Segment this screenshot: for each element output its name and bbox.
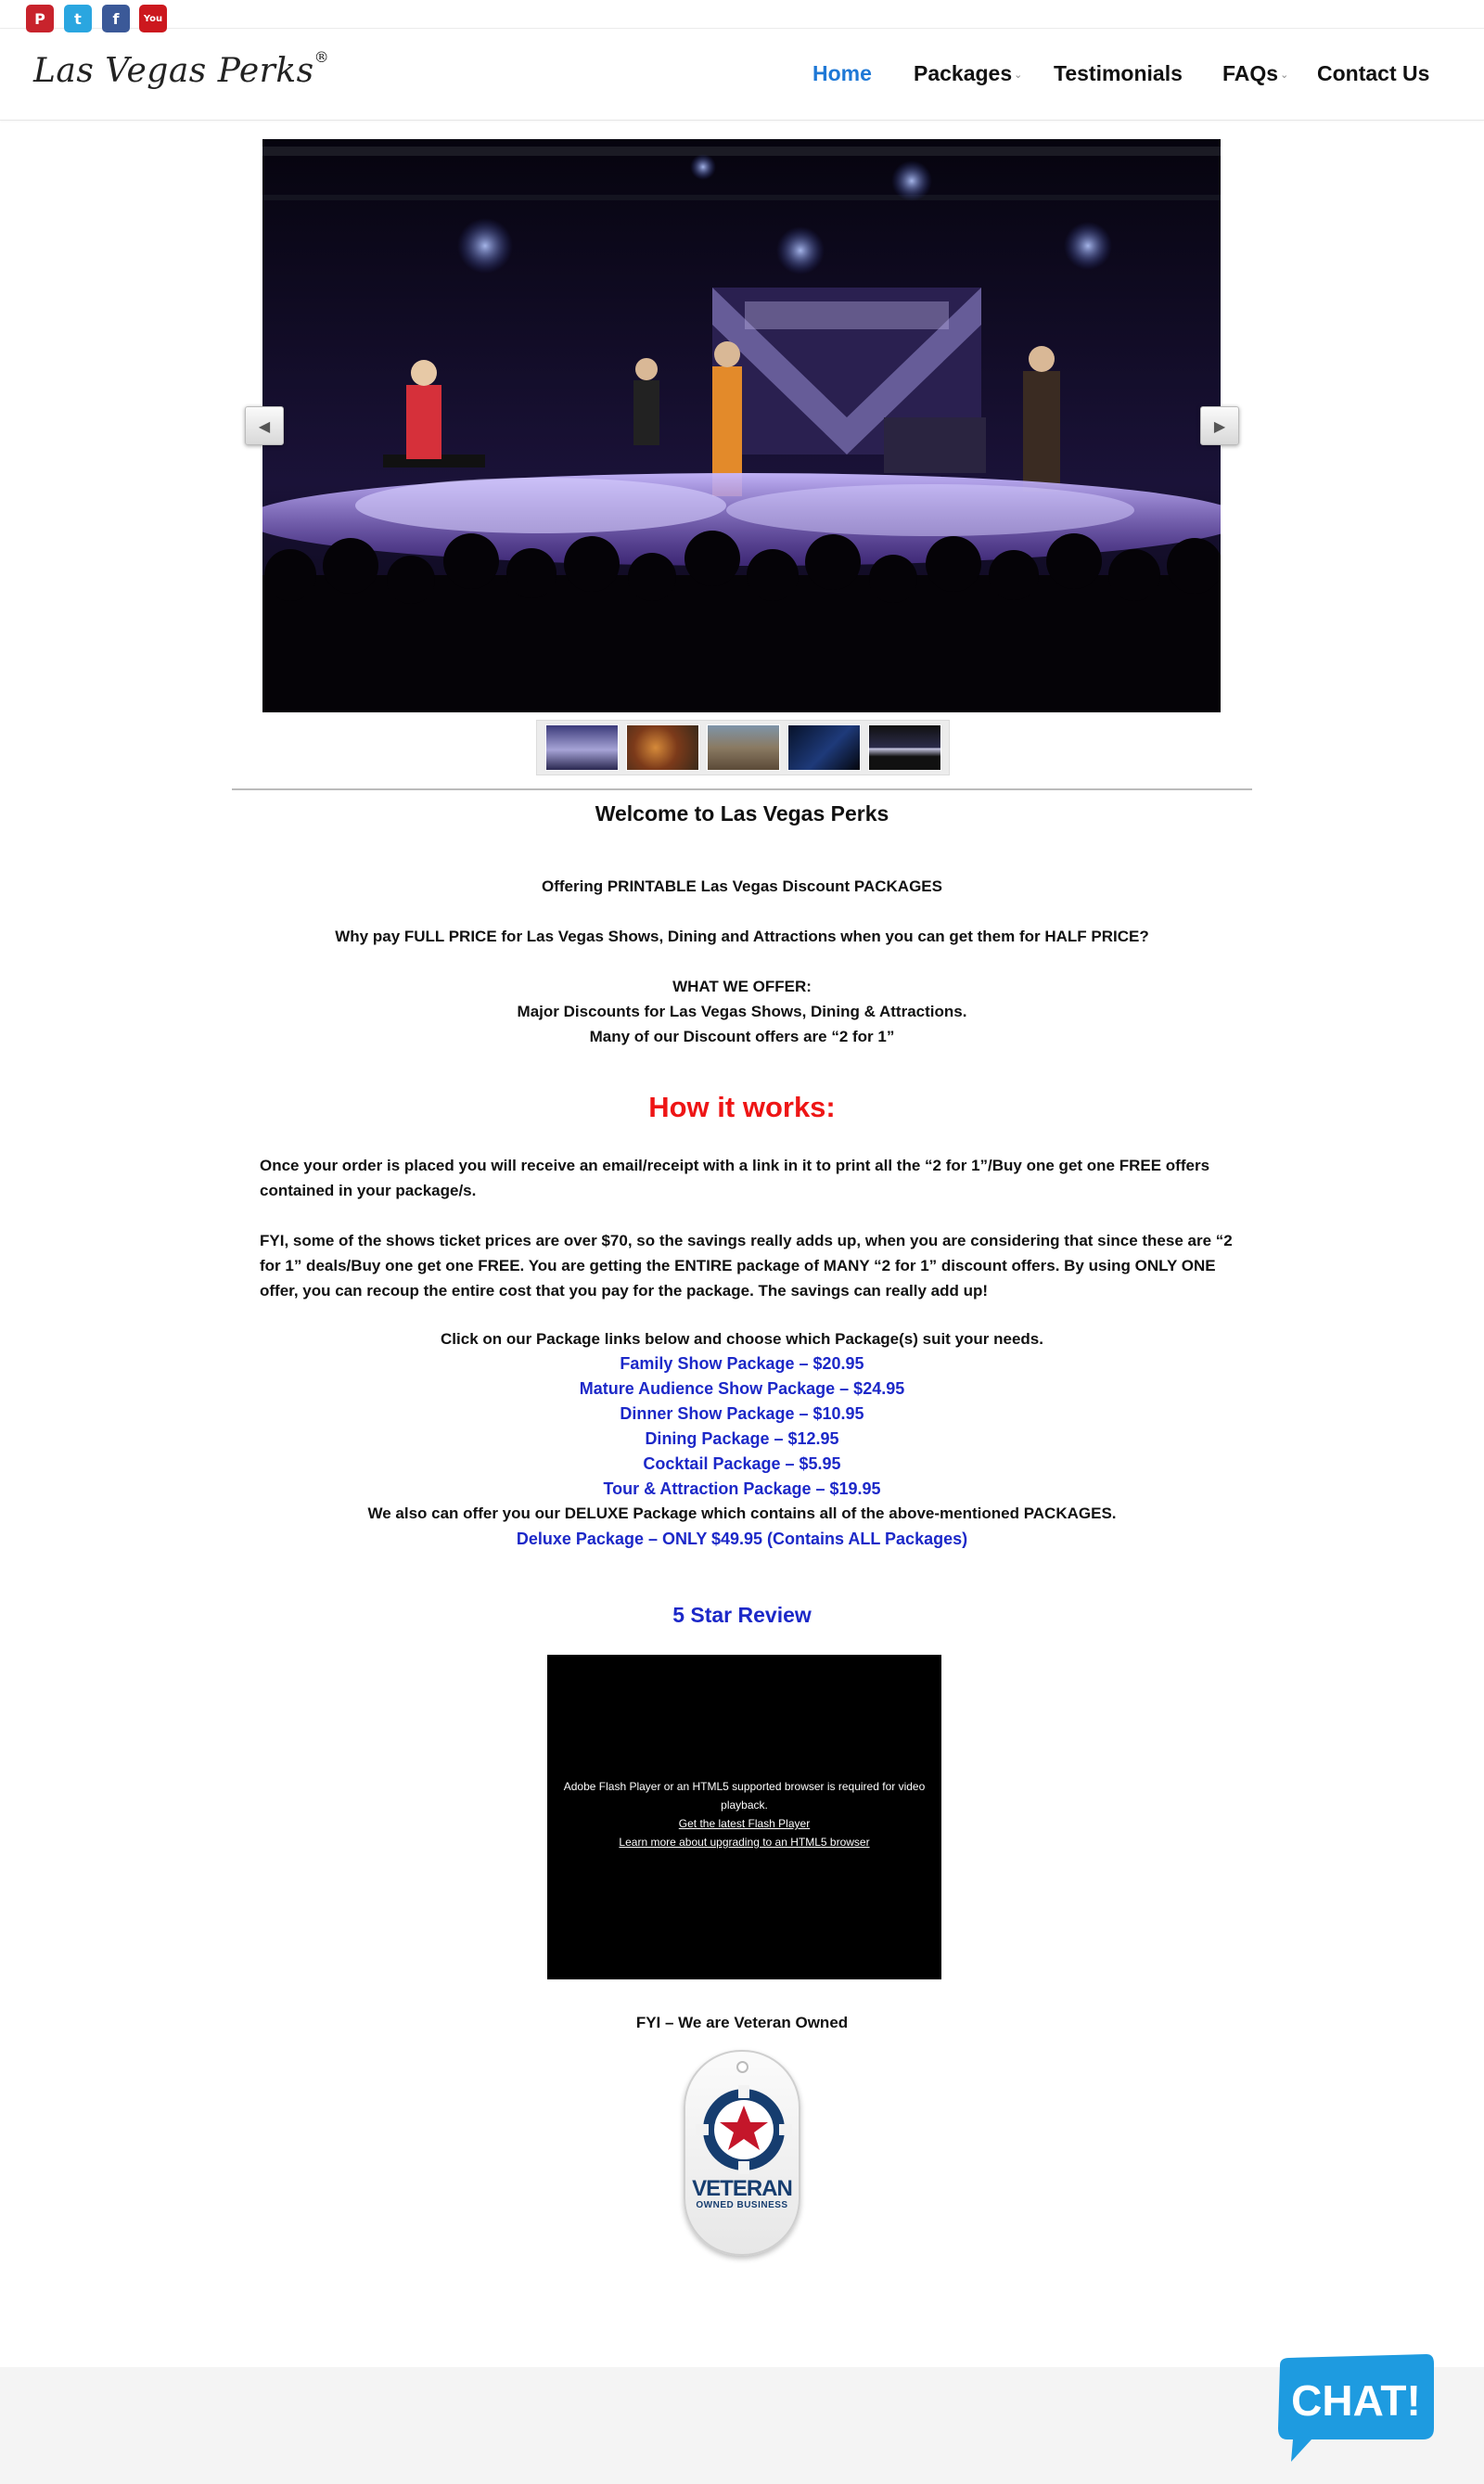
slider-thumbnails	[536, 720, 950, 775]
chevron-down-icon: ⌄	[1014, 70, 1023, 82]
chevron-right-icon: ▶	[1213, 416, 1226, 435]
family-show-package-link[interactable]: Family Show Package – $20.95	[0, 1354, 1484, 1374]
major-discounts-text: Major Discounts for Las Vegas Shows, Din…	[517, 1003, 967, 1020]
deluxe-package-link[interactable]: Deluxe Package – ONLY $49.95 (Contains A…	[0, 1530, 1484, 1549]
many-offers-text: Many of our Discount offers are “2 for 1…	[589, 1028, 895, 1045]
registered-mark: ®	[313, 48, 330, 66]
click-packages-text: Click on our Package links below and cho…	[441, 1330, 1043, 1348]
slider-prev-button[interactable]: ◀	[245, 406, 284, 445]
slider-thumbnail[interactable]	[706, 724, 780, 771]
hero-slider[interactable]	[262, 139, 1221, 712]
nav-faqs[interactable]: FAQs ⌄	[1222, 61, 1288, 86]
dining-package-link[interactable]: Dining Package – $12.95	[0, 1429, 1484, 1449]
chat-widget-button[interactable]: CHAT!	[1271, 2354, 1436, 2465]
flash-player-link[interactable]: Get the latest Flash Player	[551, 1814, 938, 1833]
nav-home[interactable]: Home	[812, 61, 872, 86]
social-bar: P t f You	[0, 0, 1484, 32]
order-paragraph: Once your order is placed you will recei…	[260, 1157, 1210, 1199]
how-it-works-heading: How it works:	[648, 1091, 836, 1123]
why-pay-text: Why pay FULL PRICE for Las Vegas Shows, …	[335, 928, 1149, 945]
site-logo[interactable]: Las Vegas Perks®	[33, 48, 329, 90]
veteran-owned-text: FYI – We are Veteran Owned	[635, 2014, 849, 2031]
logo-text: Las Vegas Perks	[33, 52, 314, 90]
slider-thumbnail[interactable]	[787, 724, 861, 771]
nav-faqs-label: FAQs	[1222, 61, 1279, 85]
site-header: Las Vegas Perks® Home Packages ⌄ Testimon…	[0, 30, 1484, 121]
youtube-icon[interactable]: You	[139, 5, 167, 32]
veteran-owned-badge: VETERAN OWNED BUSINESS	[684, 2050, 800, 2256]
tag-hole	[736, 2061, 748, 2073]
dinner-show-package-link[interactable]: Dinner Show Package – $10.95	[0, 1404, 1484, 1424]
content-divider	[232, 788, 1252, 790]
slider-next-button[interactable]: ▶	[1200, 406, 1239, 445]
twitter-icon[interactable]: t	[64, 5, 92, 32]
cocktail-package-link[interactable]: Cocktail Package – $5.95	[0, 1454, 1484, 1474]
savings-paragraph: FYI, some of the shows ticket prices are…	[260, 1232, 1233, 1300]
offering-text: Offering PRINTABLE Las Vegas Discount PA…	[542, 877, 942, 895]
review-heading: 5 Star Review	[672, 1603, 812, 1627]
flash-required-message: Adobe Flash Player or an HTML5 supported…	[563, 1780, 926, 1812]
tour-attraction-package-link[interactable]: Tour & Attraction Package – $19.95	[0, 1479, 1484, 1499]
chevron-left-icon: ◀	[258, 416, 271, 435]
star-emblem-icon	[696, 2085, 792, 2174]
what-we-offer-heading: WHAT WE OFFER:	[672, 978, 812, 995]
nav-contact[interactable]: Contact Us	[1317, 61, 1429, 86]
html5-upgrade-link[interactable]: Learn more about upgrading to an HTML5 b…	[551, 1833, 938, 1851]
slider-thumbnail[interactable]	[625, 724, 699, 771]
slider-thumbnail[interactable]	[867, 724, 941, 771]
chat-bubble-icon: CHAT!	[1278, 2354, 1434, 2462]
badge-veteran-text: VETERAN	[692, 2176, 793, 2201]
nav-testimonials[interactable]: Testimonials	[1054, 61, 1183, 86]
slider-image	[262, 139, 1221, 712]
chat-label: CHAT!	[1291, 2376, 1421, 2425]
badge-owned-business-text: OWNED BUSINESS	[696, 2200, 788, 2210]
page-title: Welcome to Las Vegas Perks	[595, 801, 889, 826]
slider-thumbnail[interactable]	[544, 724, 619, 771]
nav-packages[interactable]: Packages ⌄	[914, 61, 1022, 86]
facebook-icon[interactable]: f	[102, 5, 130, 32]
page-footer	[0, 2367, 1484, 2484]
nav-packages-label: Packages	[914, 61, 1013, 85]
deluxe-intro-text: We also can offer you our DELUXE Package…	[367, 1504, 1117, 1522]
video-player[interactable]: Adobe Flash Player or an HTML5 supported…	[547, 1655, 941, 1979]
mature-audience-package-link[interactable]: Mature Audience Show Package – $24.95	[0, 1379, 1484, 1399]
pinterest-icon[interactable]: P	[26, 5, 54, 32]
chevron-down-icon: ⌄	[1280, 70, 1289, 82]
